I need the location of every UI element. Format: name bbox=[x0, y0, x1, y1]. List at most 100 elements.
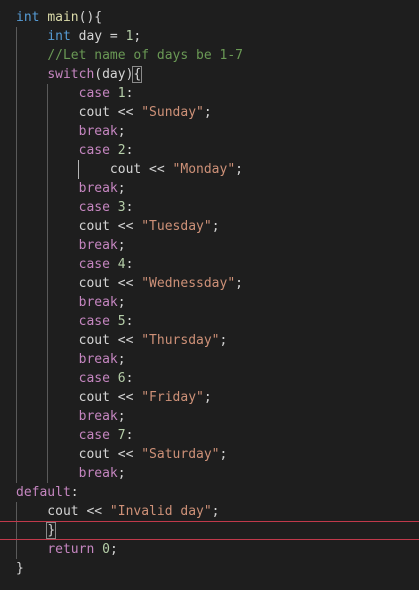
code-token: ; bbox=[117, 295, 126, 310]
code-line[interactable]: break; bbox=[0, 179, 419, 198]
code-token: "Friday" bbox=[141, 390, 204, 405]
code-line[interactable]: cout << "Friday"; bbox=[0, 388, 419, 407]
code-token: main bbox=[47, 10, 79, 25]
code-token: : bbox=[70, 485, 79, 500]
code-token: cout << bbox=[16, 276, 142, 291]
code-token: cout << bbox=[16, 447, 142, 462]
code-line[interactable]: cout << "Invalid day"; bbox=[0, 502, 419, 521]
code-line[interactable]: int day = 1; bbox=[0, 27, 419, 46]
code-token: ; bbox=[235, 276, 243, 291]
code-token: day = bbox=[70, 29, 126, 44]
code-line[interactable]: case 4: bbox=[0, 255, 419, 274]
code-token: : bbox=[125, 371, 134, 386]
code-token: "Monday" bbox=[172, 162, 236, 177]
code-token: : bbox=[125, 257, 134, 272]
code-line[interactable]: int main(){ bbox=[0, 8, 419, 27]
code-token: "Invalid day" bbox=[109, 504, 212, 519]
code-line[interactable]: break; bbox=[0, 293, 419, 312]
code-token: cout << bbox=[16, 219, 142, 234]
code-token: case bbox=[78, 143, 110, 158]
code-token: "Saturday" bbox=[141, 447, 220, 462]
code-token: break bbox=[78, 181, 118, 196]
code-token: ; bbox=[117, 352, 126, 367]
code-token: 6 bbox=[117, 371, 126, 386]
code-line[interactable]: case 7: bbox=[0, 426, 419, 445]
code-token: 3 bbox=[117, 200, 126, 215]
code-line[interactable]: cout << "Saturday"; bbox=[0, 445, 419, 464]
code-token: ; bbox=[117, 124, 126, 139]
code-line[interactable]: } bbox=[0, 559, 419, 578]
code-token: cout << bbox=[16, 390, 142, 405]
code-line[interactable]: break; bbox=[0, 407, 419, 426]
code-line[interactable]: break; bbox=[0, 122, 419, 141]
code-token: break bbox=[78, 466, 118, 481]
code-token: int bbox=[47, 29, 71, 44]
code-line[interactable]: case 2: bbox=[0, 141, 419, 160]
code-line[interactable]: cout << "Thursday"; bbox=[0, 331, 419, 350]
code-token: break bbox=[78, 295, 118, 310]
code-token: (){ bbox=[78, 10, 103, 25]
code-line[interactable]: switch(day){ bbox=[0, 65, 419, 84]
code-line[interactable]: case 1: bbox=[0, 84, 419, 103]
code-editor[interactable]: int main(){ int day = 1; //Let name of d… bbox=[0, 0, 419, 590]
text-caret bbox=[55, 523, 57, 538]
code-token: cout << bbox=[16, 162, 173, 177]
code-token: ; bbox=[117, 466, 126, 481]
code-token: case bbox=[78, 200, 110, 215]
code-token: ; bbox=[203, 105, 212, 120]
code-token: 5 bbox=[117, 314, 126, 329]
code-line[interactable]: break; bbox=[0, 464, 419, 483]
code-token: case bbox=[78, 86, 110, 101]
code-token: cout << bbox=[16, 105, 142, 120]
code-line[interactable]: default: bbox=[0, 483, 419, 502]
code-line[interactable]: case 6: bbox=[0, 369, 419, 388]
code-token: { bbox=[132, 66, 143, 83]
code-line[interactable]: //Let name of days be 1-7 bbox=[0, 46, 419, 65]
code-token: case bbox=[78, 257, 110, 272]
code-token: break bbox=[78, 124, 118, 139]
code-token: 0 bbox=[102, 542, 110, 557]
code-token: cout << bbox=[16, 333, 142, 348]
code-token: case bbox=[78, 314, 110, 329]
code-token: 1 bbox=[117, 86, 126, 101]
code-line[interactable]: cout << "Sunday"; bbox=[0, 103, 419, 122]
code-token: ; bbox=[211, 504, 220, 519]
code-line[interactable]: case 5: bbox=[0, 312, 419, 331]
code-token: ; bbox=[109, 542, 118, 557]
code-line[interactable]: break; bbox=[0, 236, 419, 255]
code-token: day bbox=[102, 67, 126, 82]
code-token: cout << bbox=[16, 504, 110, 519]
code-token: ; bbox=[203, 390, 212, 405]
code-line[interactable]: return 0; bbox=[0, 540, 419, 559]
code-token: : bbox=[125, 143, 134, 158]
code-token: : bbox=[125, 86, 134, 101]
code-line[interactable]: cout << "Monday"; bbox=[0, 160, 419, 179]
code-line[interactable]: cout << "Wednessday"; bbox=[0, 274, 419, 293]
code-token: "Sunday" bbox=[141, 105, 204, 120]
code-token: ; bbox=[235, 162, 243, 177]
code-token: ; bbox=[117, 409, 126, 424]
code-token: ; bbox=[219, 333, 228, 348]
code-line[interactable]: cout << "Tuesday"; bbox=[0, 217, 419, 236]
code-token: ( bbox=[94, 67, 103, 82]
code-line[interactable]: } bbox=[0, 521, 419, 540]
code-line[interactable]: break; bbox=[0, 350, 419, 369]
code-line[interactable]: case 3: bbox=[0, 198, 419, 217]
code-token: break bbox=[78, 238, 118, 253]
code-token: } bbox=[16, 561, 24, 576]
